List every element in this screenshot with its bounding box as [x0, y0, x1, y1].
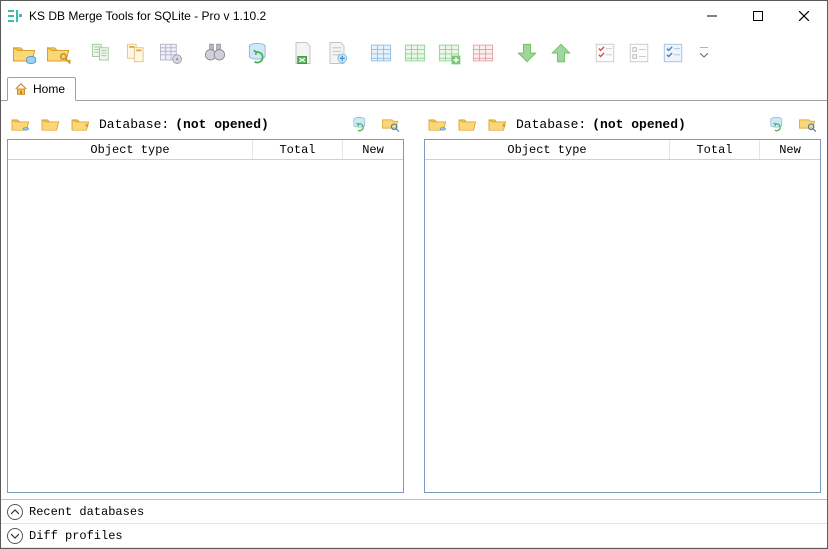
right-col-total[interactable]: Total [670, 140, 760, 159]
left-db-status: (not opened) [175, 117, 269, 132]
bottom-expanders: Recent databases Diff profiles [1, 499, 827, 548]
chevron-down-icon [7, 528, 23, 544]
main-area: Database: (not opened) [1, 101, 827, 548]
checklist-red-icon[interactable] [589, 37, 621, 69]
compare-list-icon[interactable] [87, 37, 119, 69]
tab-home-label: Home [33, 82, 65, 96]
attach-db-left-icon[interactable] [69, 112, 93, 136]
search-right-icon[interactable] [795, 112, 819, 136]
refresh-left-icon[interactable] [348, 112, 372, 136]
binoculars-icon[interactable] [199, 37, 231, 69]
left-grid-body [8, 160, 403, 492]
export-document-icon[interactable] [321, 37, 353, 69]
right-db-label: Database: [516, 117, 586, 132]
right-grid-body [425, 160, 820, 492]
diff-profiles-label: Diff profiles [29, 529, 123, 543]
merge-down-icon[interactable] [511, 37, 543, 69]
left-db-label: Database: [99, 117, 169, 132]
search-left-icon[interactable] [378, 112, 402, 136]
attach-db-right-icon[interactable] [486, 112, 510, 136]
left-col-object-type[interactable]: Object type [8, 140, 253, 159]
sync-database-icon[interactable] [243, 37, 275, 69]
tab-home[interactable]: Home [7, 77, 76, 101]
open-db-right-icon[interactable] [426, 112, 450, 136]
left-col-new[interactable]: New [343, 140, 403, 159]
window-title: KS DB Merge Tools for SQLite - Pro v 1.1… [29, 9, 266, 23]
export-excel-icon[interactable] [287, 37, 319, 69]
table-blue-icon[interactable] [365, 37, 397, 69]
window-controls [689, 1, 827, 31]
left-col-total[interactable]: Total [253, 140, 343, 159]
compare-selected-icon[interactable] [121, 37, 153, 69]
close-button[interactable] [781, 1, 827, 31]
home-icon [14, 82, 28, 96]
recent-databases-label: Recent databases [29, 505, 144, 519]
open-database-key-icon[interactable] [43, 37, 75, 69]
main-toolbar [1, 31, 827, 75]
checklist-blue-icon[interactable] [657, 37, 689, 69]
open-db-left-icon[interactable] [9, 112, 33, 136]
minimize-button[interactable] [689, 1, 735, 31]
merge-up-icon[interactable] [545, 37, 577, 69]
app-icon [7, 8, 23, 24]
recent-db-left-icon[interactable] [39, 112, 63, 136]
maximize-button[interactable] [735, 1, 781, 31]
left-grid: Object type Total New [7, 139, 404, 493]
recent-databases-expander[interactable]: Recent databases [1, 500, 827, 524]
left-pane-header: Database: (not opened) [7, 109, 404, 139]
titlebar: KS DB Merge Tools for SQLite - Pro v 1.1… [1, 1, 827, 31]
checklist-plain-icon[interactable] [623, 37, 655, 69]
left-pane: Database: (not opened) [7, 109, 404, 493]
refresh-right-icon[interactable] [765, 112, 789, 136]
right-pane: Database: (not opened) [424, 109, 821, 493]
table-green-add-icon[interactable] [433, 37, 465, 69]
right-col-new[interactable]: New [760, 140, 820, 159]
diff-profiles-expander[interactable]: Diff profiles [1, 524, 827, 548]
right-grid: Object type Total New [424, 139, 821, 493]
right-col-object-type[interactable]: Object type [425, 140, 670, 159]
table-red-icon[interactable] [467, 37, 499, 69]
chevron-up-icon [7, 504, 23, 520]
recent-db-right-icon[interactable] [456, 112, 480, 136]
tabstrip: Home [1, 75, 827, 101]
open-database-icon[interactable] [9, 37, 41, 69]
right-pane-header: Database: (not opened) [424, 109, 821, 139]
toolbar-overflow-button[interactable] [697, 37, 711, 69]
compare-settings-icon[interactable] [155, 37, 187, 69]
table-green-icon[interactable] [399, 37, 431, 69]
right-db-status: (not opened) [592, 117, 686, 132]
